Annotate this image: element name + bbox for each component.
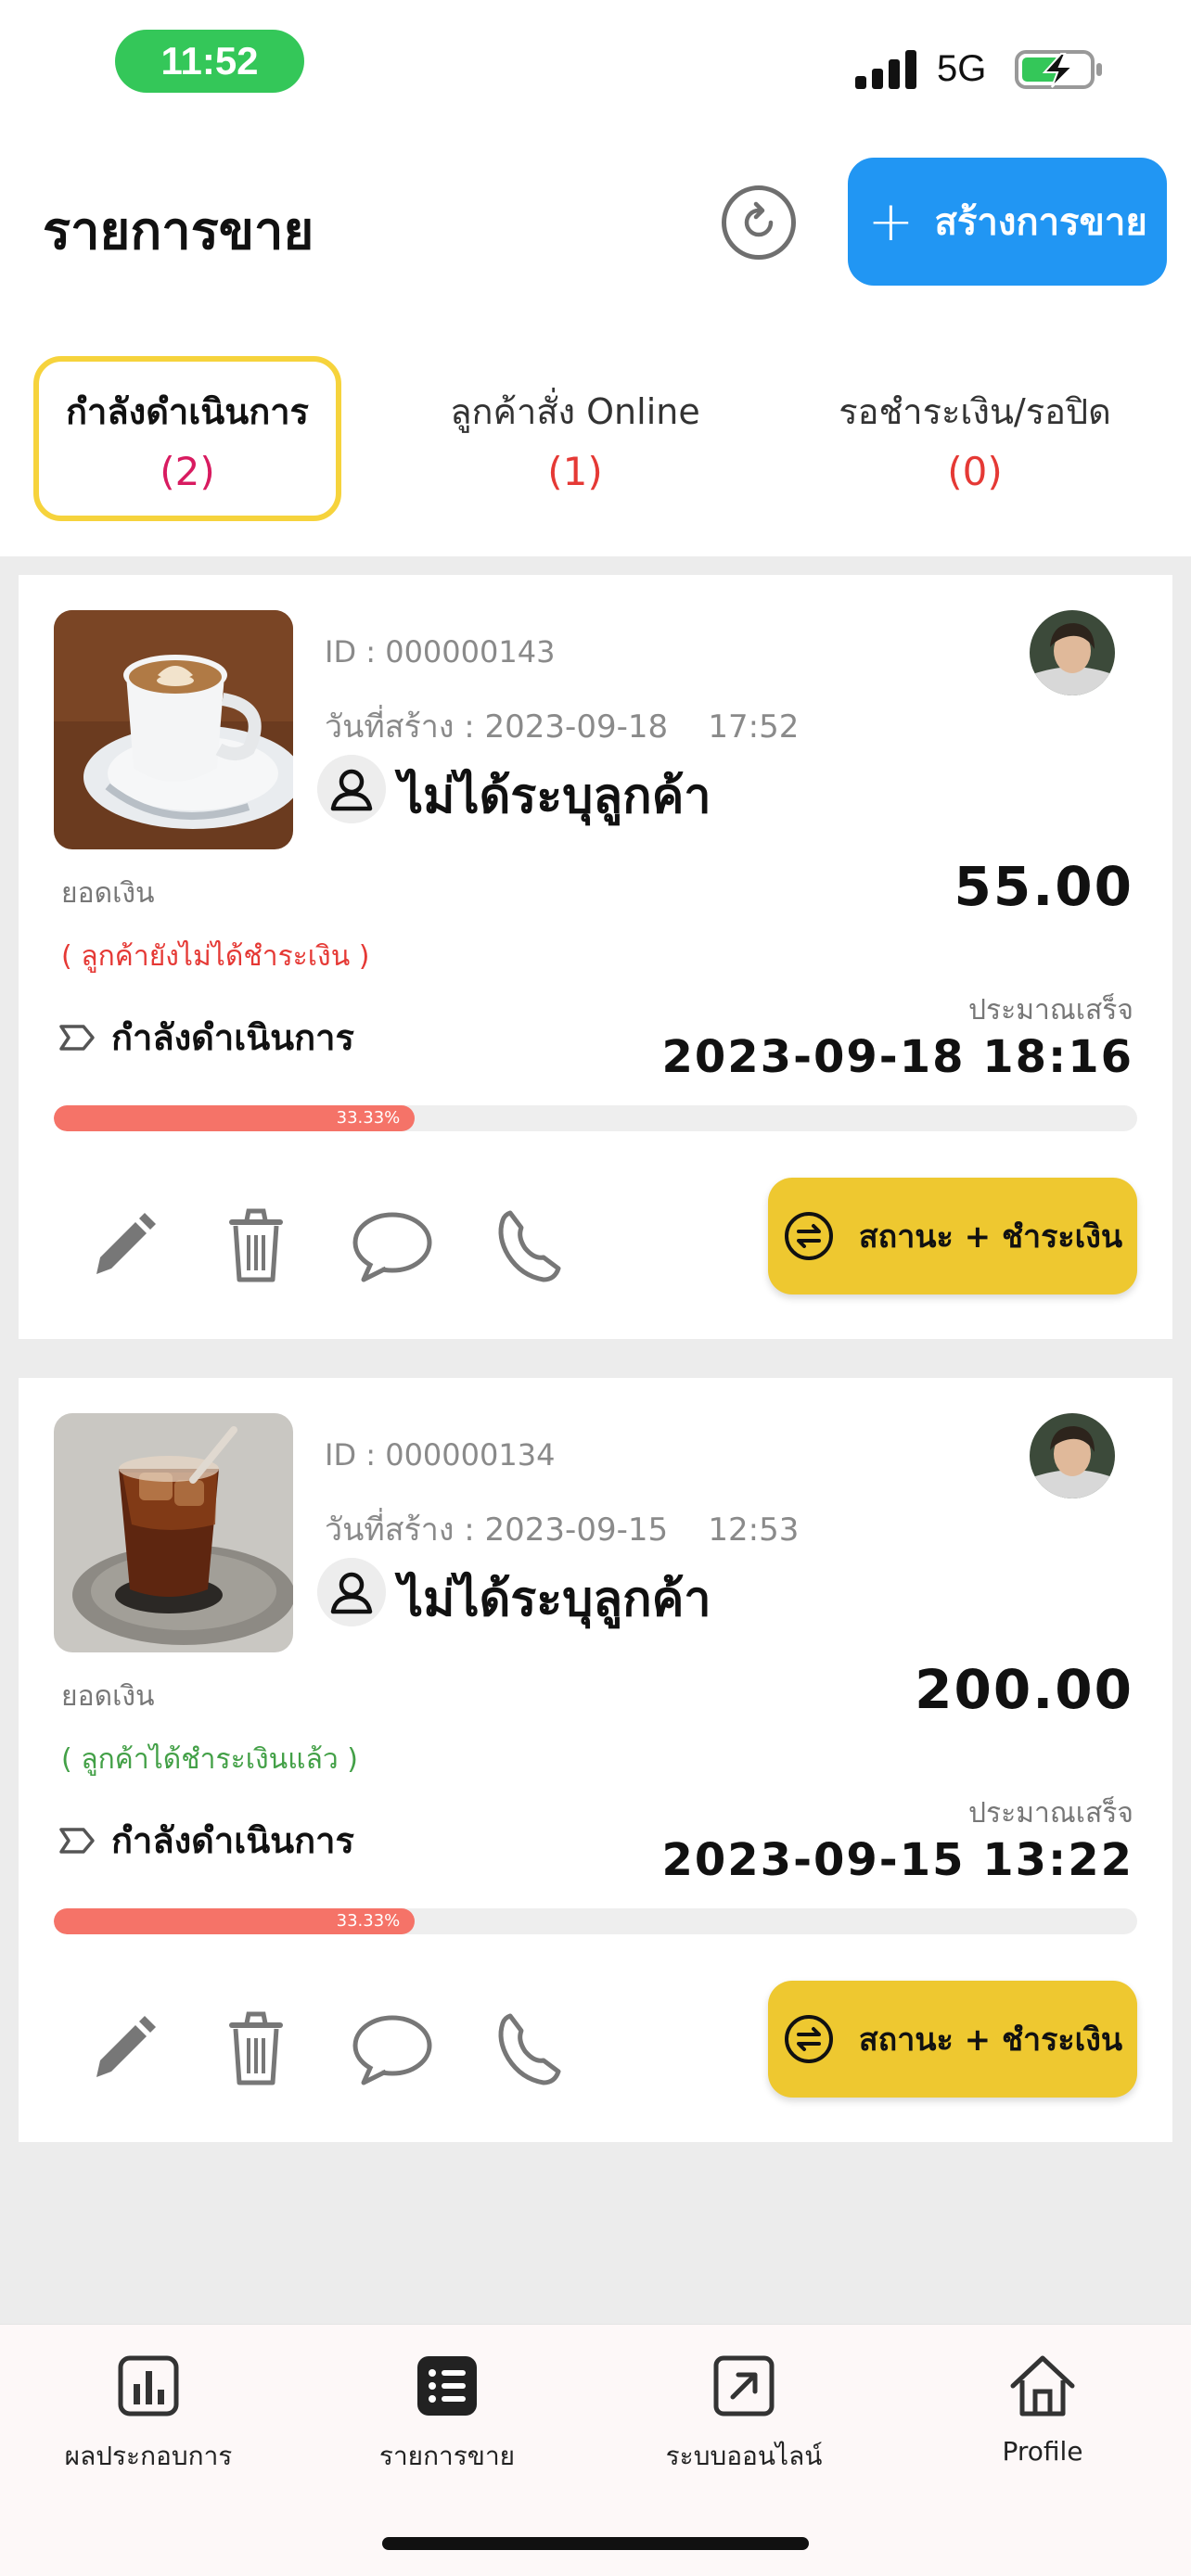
customer-name: ไม่ได้ระบุลูกค้า <box>399 769 711 824</box>
eta-value: 2023-09-18 18:16 <box>661 1031 1133 1083</box>
order-card[interactable]: ID : 000000134 วันที่สร้าง : 2023-09-15 … <box>19 1378 1172 2142</box>
nav-item-sales[interactable]: รายการขาย <box>327 2353 568 2477</box>
nav-label: Profile <box>1002 2436 1083 2467</box>
order-stage: กำลังดำเนินการ <box>58 1812 354 1868</box>
tab-count: (2) <box>160 449 215 494</box>
nav-label: ระบบออนไลน์ <box>665 2441 823 2471</box>
tab-label: ลูกค้าสั่ง Online <box>450 391 700 432</box>
tab-online-orders[interactable]: ลูกค้าสั่ง Online (1) <box>408 356 742 521</box>
stage-label: กำลังดำเนินการ <box>111 1820 354 1861</box>
staff-avatar[interactable] <box>1030 1413 1115 1498</box>
amount-value: 200.00 <box>915 1658 1133 1721</box>
progress-bar: 33.33% <box>54 1105 1137 1131</box>
stage-tag-icon <box>59 1827 95 1854</box>
nav-item-performance[interactable]: ผลประกอบการ <box>28 2353 269 2477</box>
create-sale-button[interactable]: + สร้างการขาย <box>848 158 1167 286</box>
iced-coffee-image <box>54 1413 293 1652</box>
order-id: ID : 000000143 <box>325 634 556 670</box>
refresh-button[interactable] <box>722 185 796 260</box>
staff-avatar[interactable] <box>1030 610 1115 695</box>
plus-icon: + <box>867 189 915 254</box>
latte-image <box>54 610 293 849</box>
trash-icon[interactable] <box>219 2009 293 2088</box>
signal-icon <box>855 48 920 89</box>
status-payment-label: สถานะ + ชำระเงิน <box>858 1218 1123 1256</box>
amount-label: ยอดเงิน <box>61 1680 155 1713</box>
stage-tag-icon <box>59 1024 95 1051</box>
home-indicator <box>382 2537 809 2550</box>
customer-icon <box>317 1558 386 1626</box>
refresh-icon <box>744 201 774 237</box>
payment-status: ( ลูกค้ายังไม่ได้ชำระเงิน ) <box>61 940 370 973</box>
progress-bar: 33.33% <box>54 1908 1137 1934</box>
created-datetime: วันที่สร้าง : 2023-09-15 12:53 <box>325 1511 800 1549</box>
create-sale-label: สร้างการขาย <box>934 201 1147 244</box>
exchange-icon <box>784 1212 833 1260</box>
eta-label: ประมาณเสร็จ <box>968 994 1133 1027</box>
battery-charging-icon <box>1015 50 1102 89</box>
amount-label: ยอดเงิน <box>61 877 155 910</box>
home-icon <box>1010 2355 1075 2417</box>
tab-count: (1) <box>547 449 603 494</box>
order-card[interactable]: ID : 000000143 วันที่สร้าง : 2023-09-18 … <box>19 575 1172 1339</box>
nav-item-online-system[interactable]: ระบบออนไลน์ <box>623 2353 864 2477</box>
exchange-icon <box>784 2015 833 2063</box>
network-label: 5G <box>937 48 987 89</box>
nav-label: ผลประกอบการ <box>64 2441 233 2471</box>
eta-label: ประมาณเสร็จ <box>968 1797 1133 1830</box>
nav-item-profile[interactable]: Profile <box>922 2353 1163 2467</box>
tab-label: กำลังดำเนินการ <box>66 391 309 432</box>
external-link-icon <box>713 2355 775 2417</box>
bar-chart-icon <box>118 2355 179 2417</box>
chat-icon[interactable] <box>351 2009 434 2088</box>
tab-label: รอชำระเงิน/รอปิด <box>839 391 1111 432</box>
nav-label: รายการขาย <box>378 2441 516 2471</box>
status-time: 11:52 <box>115 30 304 93</box>
edit-icon[interactable] <box>83 2009 158 2088</box>
page-title: รายการขาย <box>43 201 314 261</box>
status-payment-button[interactable]: สถานะ + ชำระเงิน <box>768 1178 1137 1294</box>
stage-label: กำลังดำเนินการ <box>111 1017 354 1058</box>
edit-icon[interactable] <box>83 1205 158 1285</box>
status-payment-label: สถานะ + ชำระเงิน <box>858 2021 1123 2059</box>
progress-fill: 33.33% <box>54 1908 416 1934</box>
customer-name: ไม่ได้ระบุลูกค้า <box>399 1572 711 1627</box>
list-icon <box>417 2356 477 2416</box>
tab-in-progress[interactable]: กำลังดำเนินการ (2) <box>33 356 341 521</box>
amount-value: 55.00 <box>954 855 1133 918</box>
payment-status: ( ลูกค้าได้ชำระเงินแล้ว ) <box>61 1743 358 1776</box>
status-payment-button[interactable]: สถานะ + ชำระเงิน <box>768 1981 1137 2098</box>
created-datetime: วันที่สร้าง : 2023-09-18 17:52 <box>325 708 800 746</box>
progress-fill: 33.33% <box>54 1105 416 1131</box>
tab-count: (0) <box>947 449 1003 494</box>
phone-icon[interactable] <box>493 2009 568 2088</box>
trash-icon[interactable] <box>219 1205 293 1285</box>
tab-awaiting-payment[interactable]: รอชำระเงิน/รอปิด (0) <box>807 356 1143 521</box>
order-id: ID : 000000134 <box>325 1437 556 1473</box>
chat-icon[interactable] <box>351 1205 434 1285</box>
eta-value: 2023-09-15 13:22 <box>661 1834 1133 1886</box>
phone-icon[interactable] <box>493 1205 568 1285</box>
order-stage: กำลังดำเนินการ <box>58 1009 354 1065</box>
customer-icon <box>317 755 386 823</box>
